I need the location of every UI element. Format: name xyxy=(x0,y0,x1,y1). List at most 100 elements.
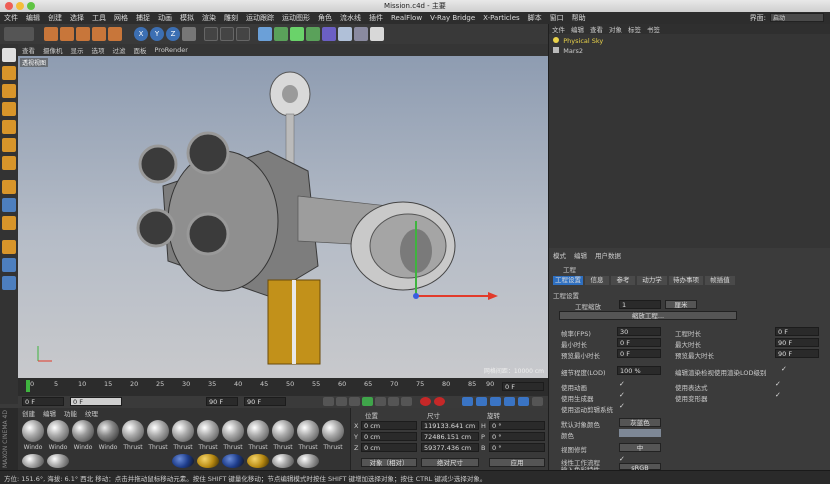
rotation-p-field[interactable]: 0 ° xyxy=(489,432,545,441)
position-y-field[interactable]: 0 cm xyxy=(361,432,417,441)
object-menu-tags[interactable]: 标签 xyxy=(625,24,644,34)
preview-end-field[interactable]: 90 F xyxy=(206,397,238,406)
attribute-menu-edit[interactable]: 编辑 xyxy=(570,250,591,260)
material-swatch[interactable] xyxy=(47,420,69,442)
previous-frame-icon[interactable] xyxy=(349,397,360,406)
material-swatch[interactable] xyxy=(272,454,294,468)
menu-tools[interactable]: 工具 xyxy=(88,13,110,23)
render-view-icon[interactable] xyxy=(204,27,218,41)
next-frame-icon[interactable] xyxy=(375,397,386,406)
maximum-time-field[interactable]: 90 F xyxy=(775,338,819,347)
size-mode-select[interactable]: 绝对尺寸 xyxy=(421,458,479,467)
material-swatch[interactable] xyxy=(22,420,44,442)
material-swatch[interactable] xyxy=(222,420,244,442)
current-frame-display[interactable]: 0 F xyxy=(502,382,544,391)
timeline-ruler[interactable]: 0 5 10 15 20 25 30 35 40 45 50 55 60 65 … xyxy=(18,378,548,396)
apply-button[interactable]: 应用 xyxy=(489,458,545,467)
menu-simulate[interactable]: 模拟 xyxy=(176,13,198,23)
object-row-mars2[interactable]: Mars2 xyxy=(553,47,653,56)
points-mode-icon[interactable] xyxy=(2,120,16,134)
menu-edit[interactable]: 编辑 xyxy=(22,13,44,23)
record-key-icon[interactable] xyxy=(420,397,431,406)
scale-tool-icon[interactable] xyxy=(76,27,90,41)
tab-project-settings[interactable]: 工程设置 xyxy=(553,276,583,285)
material-swatch[interactable] xyxy=(172,454,194,468)
nurbs-icon[interactable] xyxy=(290,27,304,41)
array-icon[interactable] xyxy=(306,27,320,41)
viewport-menu-prorender[interactable]: ProRender xyxy=(151,46,192,54)
size-x-field[interactable]: 119133.641 cm xyxy=(421,421,479,430)
autokey-icon[interactable] xyxy=(434,397,445,406)
scale-key-icon[interactable] xyxy=(490,397,501,406)
use-animation-checkbox[interactable]: ✓ xyxy=(619,380,625,388)
size-y-field[interactable]: 72486.151 cm xyxy=(421,432,479,441)
project-scale-field[interactable]: 1 xyxy=(619,300,661,309)
render-picture-viewer-icon[interactable] xyxy=(220,27,234,41)
viewport-menu-panel[interactable]: 面板 xyxy=(130,45,151,55)
material-swatch[interactable] xyxy=(172,420,194,442)
start-frame-field[interactable]: 0 F xyxy=(22,397,64,406)
select-tool-icon[interactable] xyxy=(44,27,58,41)
spline-pen-icon[interactable] xyxy=(274,27,288,41)
menu-motion-tracking[interactable]: 运动跟踪 xyxy=(242,13,278,23)
z-axis-handle[interactable] xyxy=(413,293,419,299)
material-menu-texture[interactable]: 纹理 xyxy=(81,408,102,418)
input-color-profile-select[interactable]: sRGB xyxy=(619,463,661,472)
go-to-end-icon[interactable] xyxy=(401,397,412,406)
end-frame-field[interactable]: 90 F xyxy=(244,397,286,406)
make-editable-icon[interactable] xyxy=(2,48,16,62)
rotate-tool-icon[interactable] xyxy=(92,27,106,41)
object-menu-file[interactable]: 文件 xyxy=(549,24,568,34)
material-swatch[interactable] xyxy=(197,454,219,468)
deformer-icon[interactable] xyxy=(322,27,336,41)
lod-field[interactable]: 100 % xyxy=(617,366,661,375)
material-swatch[interactable] xyxy=(97,420,119,442)
minimum-time-field[interactable]: 0 F xyxy=(617,338,661,347)
view-clipping-select[interactable]: 中 xyxy=(619,443,661,452)
object-menu-bookmarks[interactable]: 书签 xyxy=(644,24,663,34)
use-expressions-checkbox[interactable]: ✓ xyxy=(775,380,781,388)
menu-select[interactable]: 选择 xyxy=(66,13,88,23)
viewport-menu-view[interactable]: 查看 xyxy=(18,45,39,55)
soft-selection-icon[interactable] xyxy=(2,216,16,230)
y-axis-lock-icon[interactable]: Y xyxy=(150,27,164,41)
tab-dynamics[interactable]: 动力学 xyxy=(637,276,667,285)
workplane-mode-icon[interactable] xyxy=(2,102,16,116)
menu-mesh[interactable]: 网格 xyxy=(110,13,132,23)
live-select-icon[interactable] xyxy=(108,27,122,41)
model-mode-icon[interactable] xyxy=(2,66,16,80)
use-deformers-checkbox[interactable]: ✓ xyxy=(775,391,781,399)
use-generators-checkbox[interactable]: ✓ xyxy=(619,391,625,399)
tab-todo[interactable]: 待办事项 xyxy=(669,276,703,285)
x-axis-arrow-icon[interactable] xyxy=(488,292,498,300)
floor-icon[interactable] xyxy=(338,27,352,41)
tweak-mode-icon[interactable] xyxy=(2,198,16,212)
material-swatch[interactable] xyxy=(47,454,69,468)
material-swatch[interactable] xyxy=(197,420,219,442)
position-x-field[interactable]: 0 cm xyxy=(361,421,417,430)
project-time-field[interactable]: 0 F xyxy=(775,327,819,336)
render-lod-checkbox[interactable]: ✓ xyxy=(781,365,787,373)
linear-workflow-checkbox[interactable]: ✓ xyxy=(619,455,625,463)
rotation-b-field[interactable]: 0 ° xyxy=(489,443,545,452)
texture-mode-icon[interactable] xyxy=(2,84,16,98)
fps-field[interactable]: 30 xyxy=(617,327,661,336)
keyframe-selection-icon[interactable] xyxy=(462,397,473,406)
menu-sculpt[interactable]: 雕刻 xyxy=(220,13,242,23)
perspective-viewport[interactable]: 透视视图 网格间距：10000 cm xyxy=(18,56,548,378)
layout-select[interactable]: 启动 xyxy=(770,13,824,22)
tab-reference[interactable]: 参考 xyxy=(611,276,635,285)
polygons-mode-icon[interactable] xyxy=(2,156,16,170)
material-menu-edit[interactable]: 编辑 xyxy=(39,408,60,418)
edges-mode-icon[interactable] xyxy=(2,138,16,152)
axis-mode-icon[interactable] xyxy=(2,180,16,194)
x-axis-lock-icon[interactable]: X xyxy=(134,27,148,41)
material-swatch[interactable] xyxy=(247,420,269,442)
material-swatch[interactable] xyxy=(72,420,94,442)
color-swatch[interactable] xyxy=(619,429,661,437)
object-menu-view[interactable]: 查看 xyxy=(587,24,606,34)
viewport-menu-display[interactable]: 显示 xyxy=(67,45,88,55)
object-row-physical-sky[interactable]: Physical Sky xyxy=(553,37,653,46)
menu-window[interactable]: 窗口 xyxy=(546,13,568,23)
default-color-select[interactable]: 灰蓝色 xyxy=(619,418,661,427)
